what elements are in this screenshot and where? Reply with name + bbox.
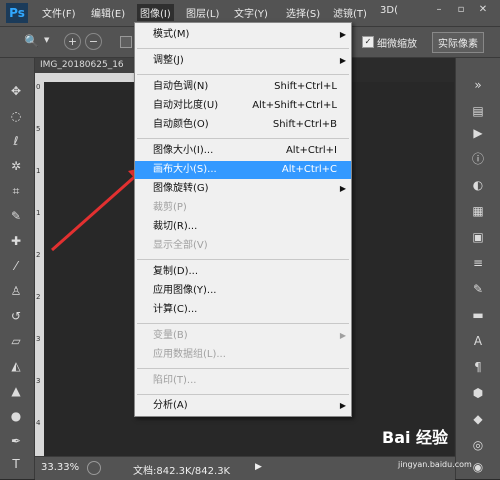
info-panel-icon[interactable]: ⓘ — [468, 150, 488, 168]
paragraph-panel-icon[interactable]: ¶ — [468, 358, 488, 376]
menu-item-image-size[interactable]: 图像大小(I)... Alt+Ctrl+I — [135, 142, 351, 160]
menu-item-image-rotation[interactable]: 图像旋转(G) ▶ — [135, 180, 351, 198]
document-info: 文档:842.3K/842.3K — [133, 466, 231, 477]
menu-divider — [137, 138, 349, 139]
channels-panel-icon[interactable]: ◎ — [468, 436, 488, 454]
history-panel-icon[interactable]: ▤ — [468, 102, 488, 120]
menu-item-calculations[interactable]: 计算(C)... — [135, 301, 351, 319]
layers-panel-icon[interactable]: ◆ — [468, 410, 488, 428]
status-menu-arrow-icon[interactable]: ▶ — [255, 462, 262, 472]
menu-item-trim[interactable]: 裁切(R)... — [135, 218, 351, 236]
menu-item-apply-image[interactable]: 应用图像(Y)... — [135, 282, 351, 300]
menu-item-auto-color[interactable]: 自动颜色(O) Shift+Ctrl+B — [135, 116, 351, 134]
zoom-level[interactable]: 33.33% — [41, 462, 79, 473]
swatches-panel-icon[interactable]: ▦ — [468, 202, 488, 220]
styles-panel-icon[interactable]: ▣ — [468, 228, 488, 246]
panel-collapse-icon[interactable]: » — [468, 76, 488, 94]
menu-item-auto-tone[interactable]: 自动色调(N) Shift+Ctrl+L — [135, 78, 351, 96]
adjustments-panel-icon[interactable]: ≡ — [468, 254, 488, 272]
menu-item-trap[interactable]: 陷印(T)... — [135, 372, 351, 390]
menu-item-adjustments[interactable]: 调整(J) ▶ — [135, 52, 351, 70]
share-icon[interactable] — [87, 461, 101, 475]
menu-item-analysis[interactable]: 分析(A) ▶ — [135, 397, 351, 415]
menu-divider — [137, 368, 349, 369]
menu-divider — [137, 48, 349, 49]
watermark-url: jingyan.baidu.com — [398, 460, 472, 469]
menu-item-reveal-all[interactable]: 显示全部(V) — [135, 237, 351, 255]
panel-dock: » ▤ ▶ ⓘ ◐ ▦ ▣ ≡ ✎ ▬ A ¶ ⬢ ◆ ◎ ◉ — [455, 58, 500, 479]
menu-divider — [137, 394, 349, 395]
brush-panel-icon[interactable]: ✎ — [468, 280, 488, 298]
menu-divider — [137, 74, 349, 75]
menu-item-variables[interactable]: 变量(B) ▶ — [135, 327, 351, 345]
menu-item-auto-contrast[interactable]: 自动对比度(U) Alt+Shift+Ctrl+L — [135, 97, 351, 115]
image-menu-dropdown: 模式(M) ▶ 调整(J) ▶ 自动色调(N) Shift+Ctrl+L 自动对比度(… — [134, 22, 352, 417]
menu-item-mode[interactable]: 模式(M) ▶ — [135, 26, 351, 44]
navigator-panel-icon[interactable]: ▬ — [468, 306, 488, 324]
color-panel-icon[interactable]: ◐ — [468, 176, 488, 194]
menu-divider — [137, 323, 349, 324]
status-bar: 33.33% 文档:842.3K/842.3K ▶ — [35, 456, 455, 480]
menu-divider — [137, 259, 349, 260]
watermark-logo: Bai 经验 — [382, 428, 449, 447]
menu-item-duplicate[interactable]: 复制(D)... — [135, 263, 351, 281]
menu-item-apply-data-set[interactable]: 应用数据组(L)... — [135, 346, 351, 364]
character-panel-icon[interactable]: A — [468, 332, 488, 350]
menu-item-canvas-size[interactable]: 画布大小(S)... Alt+Ctrl+C — [135, 161, 351, 179]
menu-item-crop[interactable]: 裁剪(P) — [135, 199, 351, 217]
actions-panel-icon[interactable]: ▶ — [468, 124, 488, 142]
3d-panel-icon[interactable]: ⬢ — [468, 384, 488, 402]
